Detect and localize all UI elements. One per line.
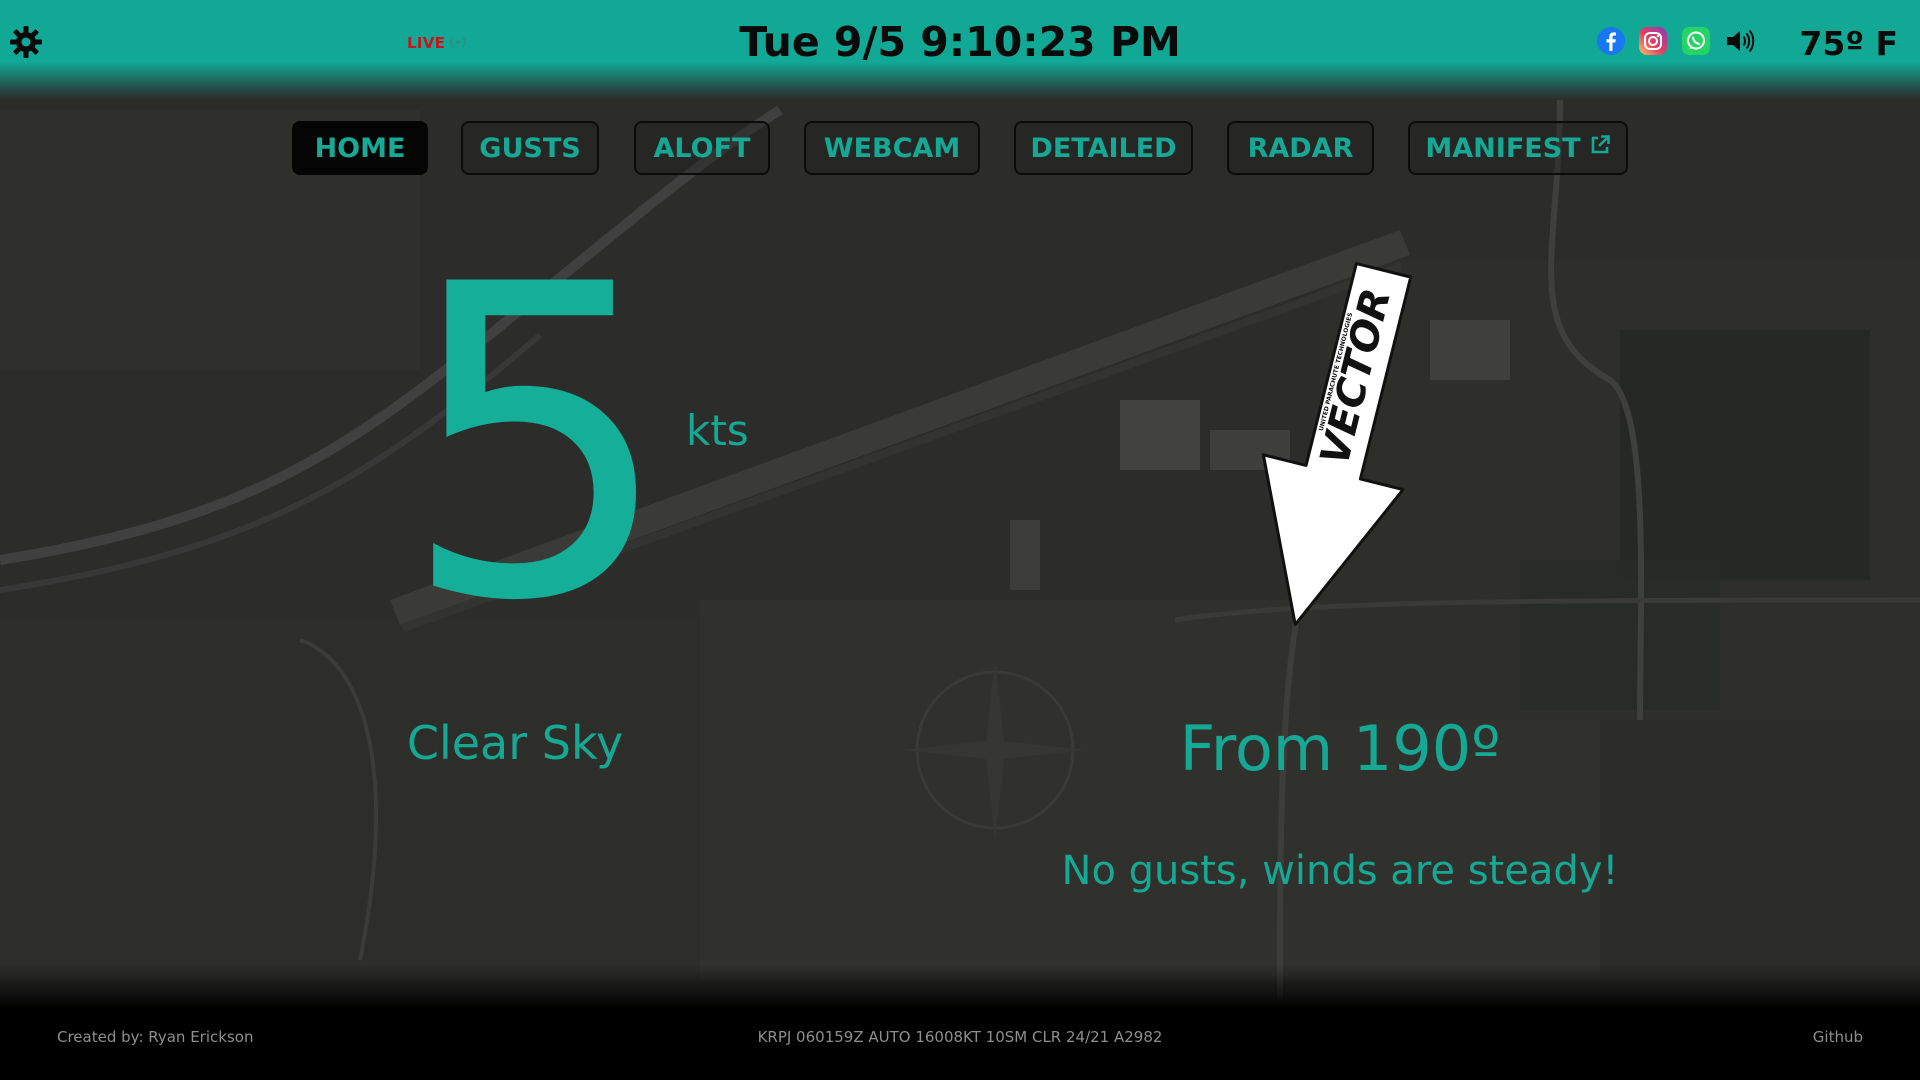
tab-manifest[interactable]: MANIFEST bbox=[1408, 121, 1628, 175]
wind-speed-value: 5 bbox=[400, 195, 674, 695]
github-link[interactable]: Github bbox=[1813, 1028, 1863, 1046]
tab-home-label: HOME bbox=[314, 132, 406, 164]
wind-direction-arrow-icon: VECTOR UNITED PARACHUTE TECHNOLOGIES bbox=[1261, 262, 1413, 627]
footer-fade bbox=[0, 965, 1920, 1010]
instagram-icon[interactable] bbox=[1638, 26, 1668, 56]
footer-credit: Created by: Ryan Erickson bbox=[57, 1028, 254, 1046]
gear-icon[interactable] bbox=[8, 24, 44, 60]
top-header bbox=[0, 0, 1920, 100]
tab-manifest-label: MANIFEST bbox=[1425, 132, 1581, 164]
tab-radar[interactable]: RADAR bbox=[1227, 121, 1374, 175]
external-link-icon bbox=[1591, 135, 1610, 154]
tab-webcam[interactable]: WEBCAM bbox=[804, 121, 980, 175]
tab-aloft-label: ALOFT bbox=[653, 132, 751, 164]
whatsapp-icon[interactable] bbox=[1681, 26, 1711, 56]
tab-home[interactable]: HOME bbox=[292, 121, 428, 175]
tab-aloft[interactable]: ALOFT bbox=[634, 121, 770, 175]
tab-detailed-label: DETAILED bbox=[1030, 132, 1177, 164]
tab-gusts[interactable]: GUSTS bbox=[461, 121, 599, 175]
temperature-readout: 75º F bbox=[1799, 24, 1898, 63]
broadcast-icon bbox=[449, 36, 467, 48]
live-indicator-label: LIVE bbox=[407, 34, 446, 52]
tab-webcam-label: WEBCAM bbox=[823, 132, 961, 164]
tab-gusts-label: GUSTS bbox=[479, 132, 581, 164]
gust-status-message: No gusts, winds are steady! bbox=[1061, 848, 1619, 894]
sky-condition: Clear Sky bbox=[406, 716, 624, 770]
tab-radar-label: RADAR bbox=[1247, 132, 1354, 164]
tab-detailed[interactable]: DETAILED bbox=[1014, 121, 1193, 175]
wind-direction-text: From 190º bbox=[1179, 712, 1501, 785]
speaker-icon[interactable] bbox=[1724, 26, 1756, 56]
wind-speed-unit: kts bbox=[686, 406, 749, 455]
facebook-icon[interactable] bbox=[1596, 26, 1626, 56]
footer-bar bbox=[0, 1008, 1920, 1080]
app-root: LIVE Tue 9/5 9:10:23 PM 75º F HOME GUSTS… bbox=[0, 0, 1920, 1080]
